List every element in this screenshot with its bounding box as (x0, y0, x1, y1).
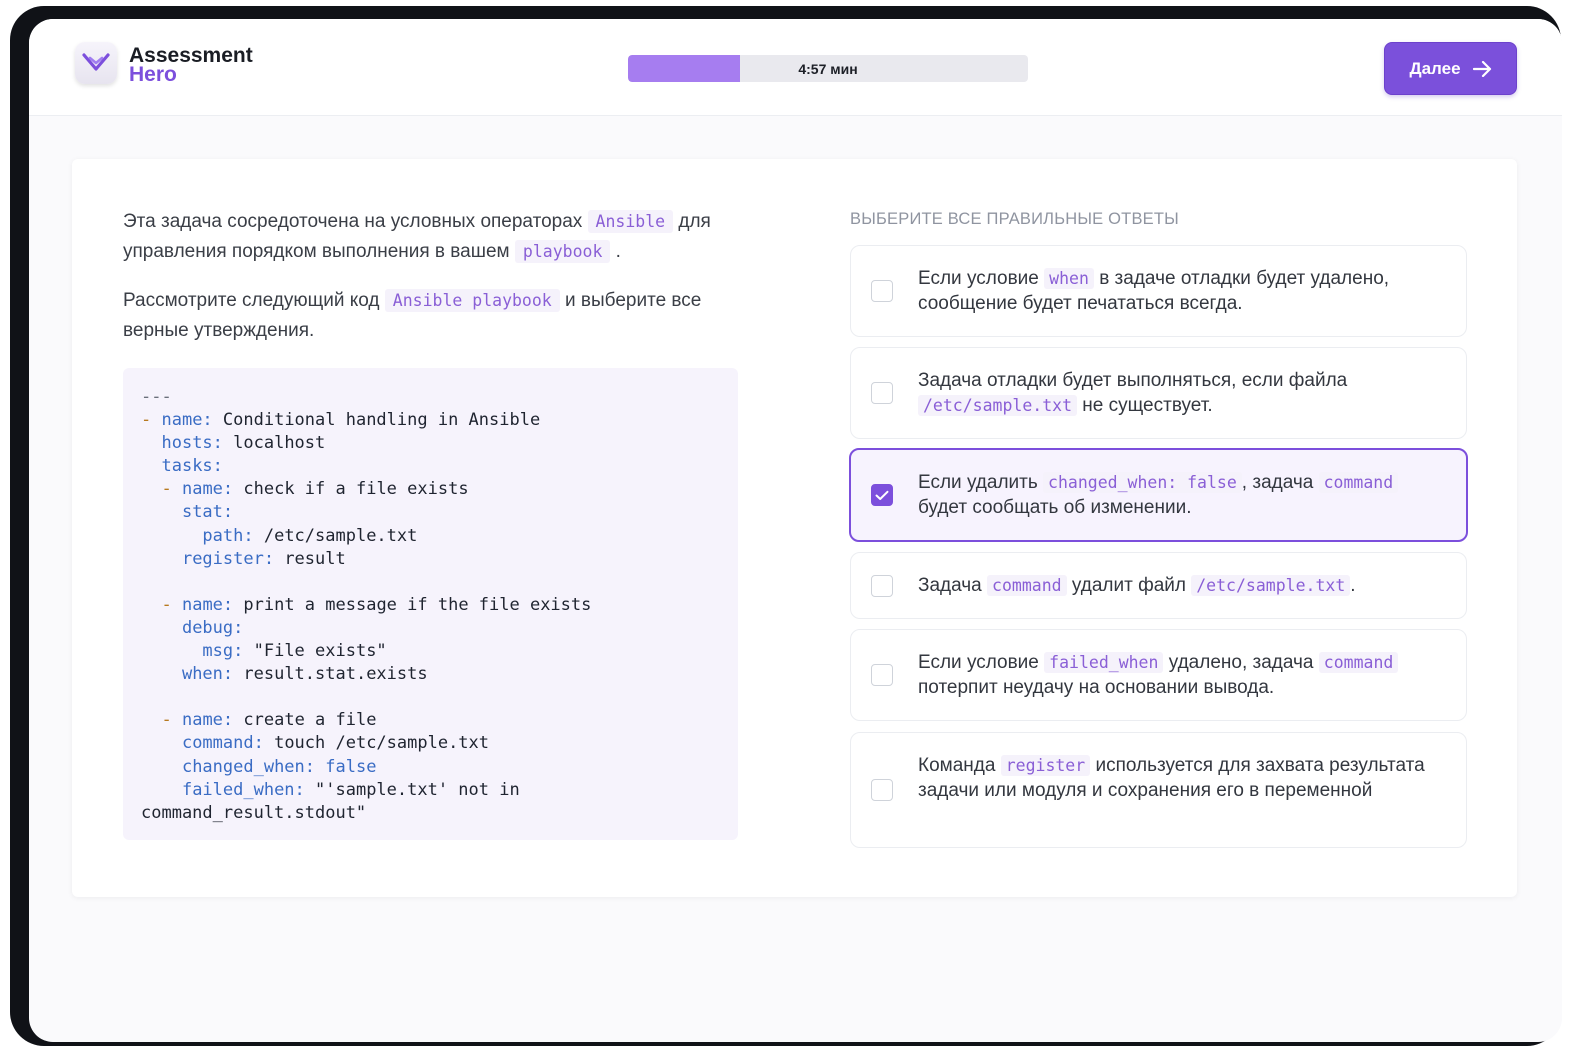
code-token: - (141, 410, 162, 431)
inline-code: register (1000, 755, 1091, 776)
checkbox[interactable] (871, 575, 893, 597)
inline-code: command (1318, 652, 1399, 673)
option-text: не существует. (1082, 395, 1213, 416)
code-key: failed_when: (181, 779, 305, 800)
inline-code: Ansible (587, 210, 674, 233)
code-token: - (161, 710, 182, 731)
code-value: result.stat.exists (233, 664, 428, 685)
checkbox[interactable] (871, 280, 893, 302)
code-key: path: (202, 525, 254, 546)
code-value: Conditional handling in Ansible (212, 410, 541, 431)
checkbox[interactable] (871, 382, 893, 404)
inline-code: changed_when: false (1043, 472, 1242, 493)
intro-text: Рассмотрите следующий код (123, 290, 380, 311)
inline-code: /etc/sample.txt (1191, 575, 1351, 596)
code-key: name: (181, 594, 234, 615)
option-text: будет сообщать об изменении. (918, 497, 1192, 518)
app-screen: Assessment Hero 4:57 мин Далее Эта задач… (29, 19, 1562, 1042)
code-value: create a file (233, 710, 377, 731)
intro-text: Эта задача сосредоточена на условных опе… (123, 211, 583, 232)
option-text: . (1350, 575, 1356, 596)
answer-option-5[interactable]: Если условие failed_when удалено, задача… (850, 629, 1467, 721)
code-key: name: (161, 410, 213, 431)
code-value: result (274, 548, 346, 569)
option-text: Задача (918, 575, 982, 596)
code-value: print a message if the file exists (233, 594, 592, 615)
answer-option-text: Если удалить changed_when: false, задача… (918, 470, 1448, 520)
code-value: "'sample.txt' not in (304, 779, 520, 800)
option-text: Задача отладки будет выполняться, если ф… (918, 370, 1348, 391)
option-text: удалит файл (1071, 575, 1186, 596)
option-text: удалено, задача (1168, 652, 1314, 673)
code-key: name: (181, 479, 234, 500)
logo-line2: Hero (129, 63, 177, 86)
answer-option-3[interactable]: Если удалить changed_when: false, задача… (849, 448, 1468, 542)
inline-code: Ansible playbook (384, 289, 560, 312)
code-value: localhost (222, 433, 326, 454)
intro-paragraph-1: Эта задача сосредоточена на условных опе… (123, 207, 743, 267)
logo-icon (75, 42, 117, 84)
code-key: register: (181, 548, 275, 569)
answer-option-text: Задача command удалит файл /etc/sample.t… (918, 573, 1448, 598)
answer-option-text: Если условие when в задаче отладки будет… (918, 266, 1448, 316)
intro-text: . (615, 241, 621, 262)
checkbox[interactable] (871, 779, 893, 801)
inline-code: command (1318, 472, 1399, 493)
answer-option-text: Задача отладки будет выполняться, если ф… (918, 368, 1448, 418)
answer-option-4[interactable]: Задача command удалит файл /etc/sample.t… (850, 552, 1467, 619)
next-button-label: Далее (1409, 58, 1461, 78)
code-value: /etc/sample.txt (253, 525, 418, 546)
option-text: Если условие (918, 268, 1039, 289)
option-text: , задача (1241, 472, 1314, 493)
code-value: check if a file exists (233, 479, 469, 500)
option-text: Команда (918, 755, 996, 776)
top-header: Assessment Hero 4:57 мин Далее (29, 19, 1562, 116)
arrow-right-icon (1472, 60, 1491, 77)
option-text: Если условие (918, 652, 1039, 673)
code-key: changed_when: (181, 756, 316, 777)
logo-wordmark: Assessment Hero (129, 45, 253, 86)
checkbox-checked[interactable] (871, 484, 893, 506)
code-token: - (161, 594, 182, 615)
code-key: hosts: (161, 433, 223, 454)
code-key: name: (181, 710, 234, 731)
code-key: msg: (202, 641, 244, 662)
code-value: touch /etc/sample.txt (263, 733, 490, 754)
option-text: потерпит неудачу на основании вывода. (918, 677, 1275, 698)
code-key: stat: (181, 502, 234, 523)
intro-paragraph-2: Рассмотрите следующий код Ansible playbo… (123, 286, 743, 346)
answers-title: ВЫБЕРИТЕ ВСЕ ПРАВИЛЬНЫЕ ОТВЕТЫ (850, 210, 1179, 228)
inline-code: failed_when (1044, 652, 1164, 673)
timer-label: 4:57 мин (798, 60, 858, 77)
checkmark-icon (875, 490, 889, 500)
code-block: --- - name: Conditional handling in Ansi… (123, 368, 738, 840)
answer-option-text: Если условие failed_when удалено, задача… (918, 650, 1448, 700)
code-key: debug: (181, 617, 244, 638)
option-text: Если удалить (918, 472, 1038, 493)
device-frame: Assessment Hero 4:57 мин Далее Эта задач… (10, 6, 1562, 1046)
code-value: false (315, 756, 377, 777)
code-line: --- (141, 387, 172, 407)
inline-code: playbook (514, 240, 611, 263)
code-value: "File exists" (243, 641, 387, 662)
inline-code: when (1044, 268, 1094, 289)
question-card: Эта задача сосредоточена на условных опе… (72, 159, 1517, 897)
question-intro: Эта задача сосредоточена на условных опе… (123, 207, 743, 365)
answer-option-2[interactable]: Задача отладки будет выполняться, если ф… (850, 347, 1467, 439)
timer-progress-bar: 4:57 мин (628, 55, 1028, 82)
answer-option-text: Команда register используется для захват… (918, 753, 1448, 803)
checkbox[interactable] (871, 664, 893, 686)
code-token: - (161, 479, 182, 500)
answer-option-6[interactable]: Команда register используется для захват… (850, 732, 1467, 848)
code-key: when: (181, 664, 234, 685)
code-key: tasks: (161, 456, 223, 477)
inline-code: command (987, 575, 1067, 596)
inline-code: /etc/sample.txt (918, 395, 1078, 416)
code-value: command_result.stdout" (141, 802, 367, 823)
code-key: command: (181, 733, 264, 754)
answer-option-1[interactable]: Если условие when в задаче отладки будет… (850, 245, 1467, 337)
next-button[interactable]: Далее (1384, 42, 1517, 95)
